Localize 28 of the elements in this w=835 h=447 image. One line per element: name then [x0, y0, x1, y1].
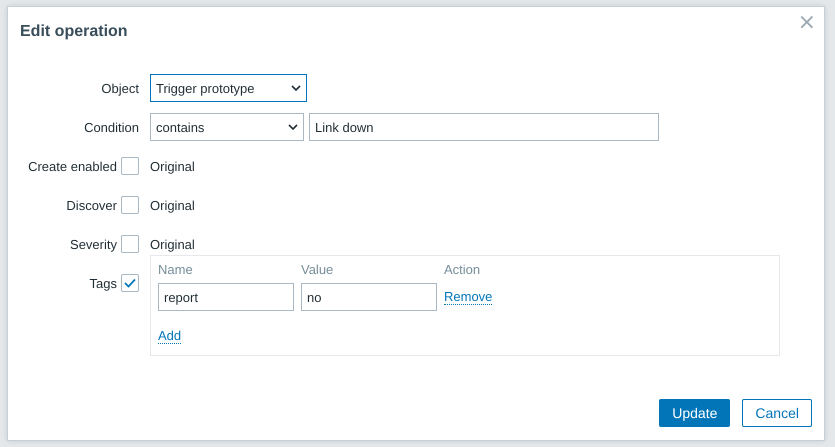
tag-value-input[interactable]: no [301, 283, 437, 311]
option-value: Original [150, 158, 195, 174]
field-label: Severity [70, 236, 117, 252]
condition-input[interactable]: Link down [309, 113, 659, 141]
field-label: Object [101, 80, 139, 96]
column-header: Action [444, 262, 482, 277]
dialog-title: Edit operation [20, 23, 128, 41]
object-select[interactable]: Trigger prototype [150, 74, 307, 102]
tag-name-input[interactable]: report [158, 283, 294, 311]
checkbox[interactable] [121, 196, 139, 214]
chevron-down-icon [291, 85, 301, 91]
checkbox[interactable] [121, 157, 139, 175]
field-label: Discover [66, 198, 117, 212]
add-link[interactable]: Add [158, 328, 182, 344]
cancel-button[interactable]: Cancel [742, 399, 812, 427]
checkbox[interactable] [121, 235, 139, 253]
checkbox[interactable] [121, 274, 139, 292]
column-header: Name [158, 262, 194, 277]
chevron-down-icon [288, 124, 298, 130]
operator-select[interactable]: contains [150, 113, 304, 141]
update-button[interactable]: Update [659, 399, 730, 427]
field-label: Tags [90, 276, 117, 290]
option-value: Original [150, 236, 195, 252]
remove-link[interactable]: Remove [444, 289, 492, 305]
field-label: Condition [84, 120, 139, 134]
field-label: Create enabled [28, 158, 117, 174]
column-header: Value [301, 262, 334, 277]
option-value: Original [150, 198, 195, 212]
